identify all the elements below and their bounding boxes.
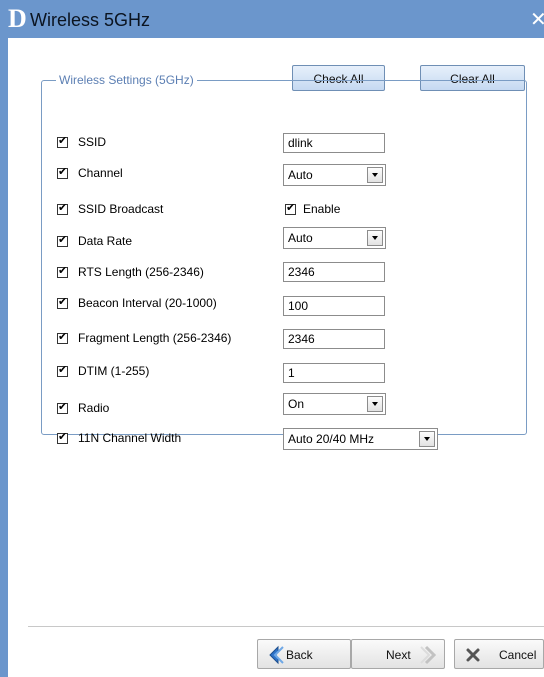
enable-label: Enable <box>303 202 341 216</box>
dtim-label: DTIM (1-255) <box>78 364 150 378</box>
ssid-checkbox[interactable] <box>57 135 68 148</box>
fragment-length-input[interactable]: 2346 <box>283 329 385 349</box>
chevron-down-icon[interactable] <box>367 230 383 246</box>
footer-divider <box>28 626 544 627</box>
rts-length-label: RTS Length (256-2346) <box>78 265 204 279</box>
channel-width-select[interactable]: Auto 20/40 MHz <box>283 428 438 450</box>
beacon-interval-label: Beacon Interval (20-1000) <box>78 296 217 310</box>
channel-width-label: 11N Channel Width <box>78 431 182 445</box>
group-title: Wireless Settings (5GHz) <box>56 72 197 88</box>
enable-checkbox[interactable] <box>285 202 296 215</box>
dtim-checkbox[interactable] <box>57 364 68 377</box>
rts-length-checkbox[interactable] <box>57 265 68 278</box>
next-button[interactable]: Next <box>351 639 445 669</box>
dlink-logo: D <box>8 4 27 33</box>
rts-length-input[interactable]: 2346 <box>283 262 385 282</box>
ssid-input[interactable]: dlink <box>283 133 385 153</box>
close-icon[interactable]: ✕ <box>530 8 544 32</box>
back-arrow-icon <box>269 645 284 665</box>
data-rate-checkbox[interactable] <box>57 234 68 247</box>
cancel-x-icon <box>466 648 480 662</box>
chevron-down-icon[interactable] <box>367 167 383 183</box>
beacon-interval-input[interactable]: 100 <box>283 296 385 316</box>
data-rate-select[interactable]: Auto <box>283 227 386 249</box>
window-title: Wireless 5GHz <box>30 10 151 30</box>
channel-width-checkbox[interactable] <box>57 431 68 444</box>
channel-label: Channel <box>78 166 123 180</box>
window-frame <box>0 38 8 677</box>
radio-checkbox[interactable] <box>57 401 68 414</box>
channel-width-value: Auto 20/40 MHz <box>288 432 375 446</box>
channel-select[interactable]: Auto <box>283 164 386 186</box>
dtim-input[interactable]: 1 <box>283 363 385 383</box>
radio-label: Radio <box>78 401 110 415</box>
data-rate-value: Auto <box>288 231 313 245</box>
cancel-button[interactable]: Cancel <box>454 639 544 669</box>
title-bar: D Wireless 5GHz ✕ <box>0 0 544 38</box>
back-button[interactable]: Back <box>257 639 351 669</box>
back-label: Back <box>286 648 313 662</box>
cancel-label: Cancel <box>499 648 537 662</box>
beacon-interval-checkbox[interactable] <box>57 296 68 309</box>
channel-checkbox[interactable] <box>57 166 68 179</box>
ssid-label: SSID <box>78 135 107 149</box>
radio-select[interactable]: On <box>283 393 386 415</box>
channel-value: Auto <box>288 168 313 182</box>
chevron-down-icon[interactable] <box>367 396 383 412</box>
chevron-down-icon[interactable] <box>419 431 435 447</box>
next-label: Next <box>386 648 411 662</box>
next-arrow-icon <box>420 645 437 665</box>
ssid-broadcast-label: SSID Broadcast <box>78 202 164 216</box>
ssid-broadcast-checkbox[interactable] <box>57 202 68 215</box>
fragment-length-checkbox[interactable] <box>57 331 68 344</box>
radio-value: On <box>288 397 305 411</box>
data-rate-label: Data Rate <box>78 234 133 248</box>
fragment-length-label: Fragment Length (256-2346) <box>78 331 232 345</box>
